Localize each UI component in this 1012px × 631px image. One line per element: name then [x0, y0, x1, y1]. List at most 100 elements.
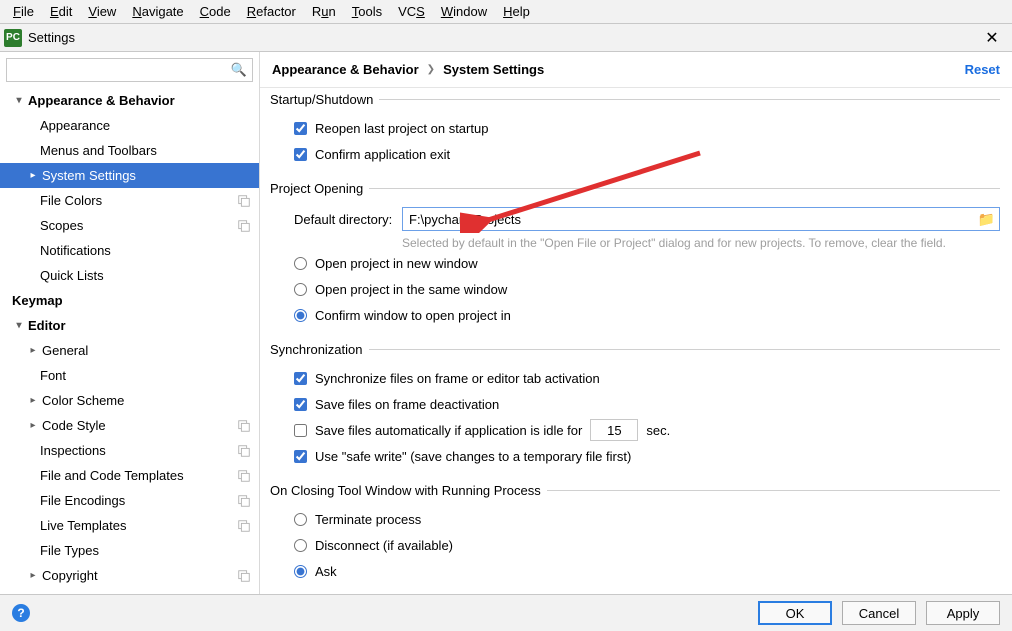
- label-confirm-exit: Confirm application exit: [315, 147, 450, 162]
- search-icon: 🔍: [231, 62, 247, 78]
- default-directory-field[interactable]: 📁: [402, 207, 1000, 231]
- menu-file[interactable]: File: [5, 2, 42, 21]
- label-reopen-last-project: Reopen last project on startup: [315, 121, 488, 136]
- sidebar-item-menus-and-toolbars[interactable]: Menus and Toolbars: [0, 138, 259, 163]
- group-synchronization-legend: Synchronization: [270, 342, 369, 357]
- sidebar-item-label: Live Templates: [40, 518, 233, 533]
- menu-window[interactable]: Window: [433, 2, 495, 21]
- menu-run[interactable]: Run: [304, 2, 344, 21]
- default-directory-input[interactable]: [409, 209, 978, 229]
- sidebar-item-notifications[interactable]: Notifications: [0, 238, 259, 263]
- sidebar-item-quick-lists[interactable]: Quick Lists: [0, 263, 259, 288]
- menu-refactor[interactable]: Refactor: [239, 2, 304, 21]
- sidebar-item-label: Menus and Toolbars: [40, 143, 251, 158]
- sidebar-item-scopes[interactable]: Scopes: [0, 213, 259, 238]
- radio-confirm-window[interactable]: [294, 309, 307, 322]
- sidebar-item-label: System Settings: [42, 168, 251, 183]
- chevron-icon: ▾: [12, 95, 26, 106]
- chevron-icon: ▾: [12, 320, 26, 331]
- settings-tree[interactable]: ▾Appearance & Behavior Appearance Menus an…: [0, 86, 259, 594]
- sidebar-item-label: File Encodings: [40, 493, 233, 508]
- menu-vcs[interactable]: VCS: [390, 2, 433, 21]
- sidebar-item-font[interactable]: Font: [0, 363, 259, 388]
- breadcrumb-part-1: Appearance & Behavior: [272, 62, 419, 77]
- sidebar-item-editor[interactable]: ▾Editor: [0, 313, 259, 338]
- project-scope-icon: [237, 569, 251, 583]
- sidebar-item-file-types[interactable]: File Types: [0, 538, 259, 563]
- menu-edit[interactable]: Edit: [42, 2, 80, 21]
- group-project-opening: Project Opening Default directory: 📁 Sel…: [272, 181, 1000, 328]
- settings-search[interactable]: 🔍: [6, 58, 253, 82]
- sidebar-item-file-and-code-templates[interactable]: File and Code Templates: [0, 463, 259, 488]
- sidebar-item-appearance[interactable]: Appearance: [0, 113, 259, 138]
- checkbox-confirm-exit[interactable]: [294, 148, 307, 161]
- menu-navigate[interactable]: Navigate: [124, 2, 191, 21]
- chevron-icon: ▸: [26, 570, 40, 581]
- project-scope-icon: [237, 194, 251, 208]
- sidebar-item-label: Scopes: [40, 218, 233, 233]
- label-auto-save-post: sec.: [646, 423, 670, 438]
- group-startup: Startup/Shutdown Reopen last project on …: [272, 92, 1000, 167]
- sidebar-item-label: Keymap: [12, 293, 251, 308]
- sidebar-item-file-colors[interactable]: File Colors: [0, 188, 259, 213]
- checkbox-auto-save[interactable]: [294, 424, 307, 437]
- project-scope-icon: [237, 444, 251, 458]
- breadcrumb-part-2: System Settings: [443, 62, 544, 77]
- cancel-button[interactable]: Cancel: [842, 601, 916, 625]
- ok-button[interactable]: OK: [758, 601, 832, 625]
- label-safe-write: Use "safe write" (save changes to a temp…: [315, 449, 631, 464]
- folder-browse-icon[interactable]: 📁: [978, 211, 995, 228]
- sidebar-item-label: Color Scheme: [42, 393, 251, 408]
- project-scope-icon: [237, 469, 251, 483]
- sidebar-item-label: Font: [40, 368, 251, 383]
- sidebar-item-general[interactable]: ▸General: [0, 338, 259, 363]
- project-scope-icon: [237, 219, 251, 233]
- sidebar-item-label: Code Style: [42, 418, 233, 433]
- menu-view[interactable]: View: [80, 2, 124, 21]
- sidebar-item-copyright[interactable]: ▸Copyright: [0, 563, 259, 588]
- sidebar-item-appearance-behavior[interactable]: ▾Appearance & Behavior: [0, 88, 259, 113]
- sidebar-item-live-templates[interactable]: Live Templates: [0, 513, 259, 538]
- sidebar-item-code-style[interactable]: ▸Code Style: [0, 413, 259, 438]
- label-sync-frame: Synchronize files on frame or editor tab…: [315, 371, 600, 386]
- radio-open-same-window[interactable]: [294, 283, 307, 296]
- label-auto-save-pre: Save files automatically if application …: [315, 423, 582, 438]
- settings-titlebar: PC Settings ✕: [0, 24, 1012, 52]
- menu-tools[interactable]: Tools: [344, 2, 390, 21]
- radio-disconnect[interactable]: [294, 539, 307, 552]
- sidebar-item-file-encodings[interactable]: File Encodings: [0, 488, 259, 513]
- window-title: Settings: [28, 30, 75, 45]
- checkbox-sync-frame[interactable]: [294, 372, 307, 385]
- search-input[interactable]: [6, 58, 253, 82]
- sidebar-item-inspections[interactable]: Inspections: [0, 438, 259, 463]
- sidebar-item-label: General: [42, 343, 251, 358]
- checkbox-reopen-last-project[interactable]: [294, 122, 307, 135]
- radio-ask[interactable]: [294, 565, 307, 578]
- group-closing-legend: On Closing Tool Window with Running Proc…: [270, 483, 547, 498]
- menu-code[interactable]: Code: [192, 2, 239, 21]
- reset-link[interactable]: Reset: [965, 62, 1000, 77]
- chevron-right-icon: ❯: [427, 64, 435, 75]
- sidebar-item-label: Appearance: [40, 118, 251, 133]
- label-save-deactivation: Save files on frame deactivation: [315, 397, 499, 412]
- sidebar-item-keymap[interactable]: Keymap: [0, 288, 259, 313]
- label-ask: Ask: [315, 564, 337, 579]
- checkbox-safe-write[interactable]: [294, 450, 307, 463]
- auto-save-seconds-input[interactable]: [590, 419, 638, 441]
- settings-content: Appearance & Behavior ❯ System Settings …: [260, 52, 1012, 594]
- radio-open-new-window[interactable]: [294, 257, 307, 270]
- sidebar-item-label: File Colors: [40, 193, 233, 208]
- radio-terminate[interactable]: [294, 513, 307, 526]
- dialog-button-bar: ? OK Cancel Apply: [0, 594, 1012, 631]
- label-open-same-window: Open project in the same window: [315, 282, 507, 297]
- help-icon[interactable]: ?: [12, 604, 30, 622]
- apply-button[interactable]: Apply: [926, 601, 1000, 625]
- sidebar-item-label: Editor: [28, 318, 251, 333]
- sidebar-item-system-settings[interactable]: ▸System Settings: [0, 163, 259, 188]
- chevron-icon: ▸: [26, 170, 40, 181]
- sidebar-item-color-scheme[interactable]: ▸Color Scheme: [0, 388, 259, 413]
- close-icon[interactable]: ✕: [982, 28, 1002, 48]
- sidebar-item-label: Inspections: [40, 443, 233, 458]
- menu-help[interactable]: Help: [495, 2, 538, 21]
- checkbox-save-deactivation[interactable]: [294, 398, 307, 411]
